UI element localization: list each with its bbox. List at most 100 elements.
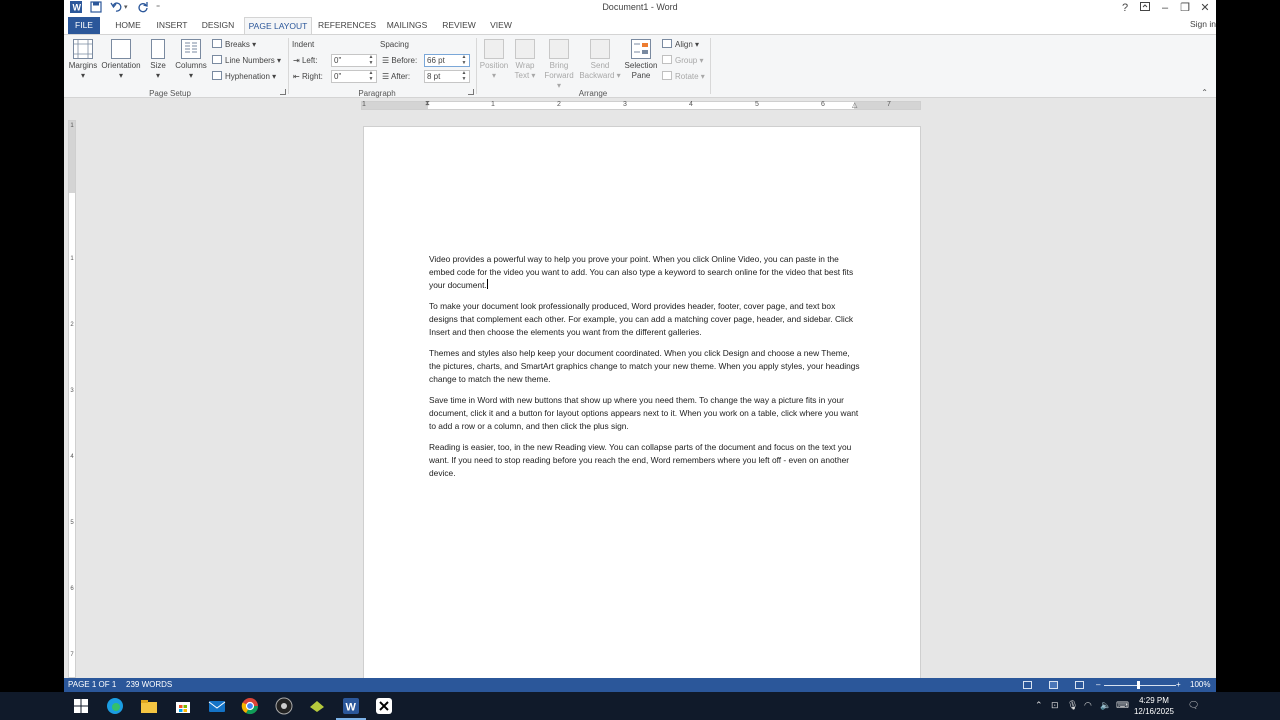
zoom-slider-thumb[interactable] [1137,681,1140,689]
tab-mailings[interactable]: MAILINGS [382,17,432,34]
breaks-icon [212,39,222,48]
zoom-slider[interactable] [1104,685,1176,686]
zoom-level[interactable]: 100% [1190,678,1210,692]
spinner-arrows-icon[interactable]: ▲ ▼ [460,54,468,66]
right-indent-marker-icon[interactable]: △ [852,101,857,109]
document-page[interactable]: Video provides a powerful way to help yo… [363,126,921,686]
file-explorer-icon[interactable] [140,697,158,715]
tray-chevron-icon[interactable]: ⌃ [1035,700,1043,711]
ruler-top-margin [69,121,75,193]
notifications-icon[interactable]: 🗨 [1188,700,1199,711]
word-count[interactable]: 239 WORDS [126,678,172,692]
app-green-icon[interactable] [308,697,326,715]
spinner-arrows-icon[interactable]: ▲ ▼ [367,70,375,82]
bring-forward-button[interactable]: Bring Forward ▾ [542,39,576,91]
vertical-ruler[interactable]: 1 1 2 3 4 5 6 7 [68,120,76,678]
rotate-button[interactable]: Rotate ▾ [662,71,705,83]
volume-icon[interactable]: 🔈 [1100,700,1111,711]
indent-left-input[interactable]: 0" ▲ ▼ [331,54,377,67]
hyphenation-button[interactable]: Hyphenation ▾ [212,71,276,83]
word-taskbar-icon[interactable]: W [336,697,366,720]
tab-file[interactable]: FILE [68,17,100,34]
web-layout-icon[interactable] [1075,681,1084,689]
orientation-button[interactable]: Orientation ▾ [100,39,142,81]
spacing-label: Spacing [380,40,409,49]
page-setup-dialog-launcher[interactable] [280,89,286,95]
sign-in-link[interactable]: Sign in [1190,19,1216,29]
obs-recorder-icon[interactable] [275,697,293,715]
line-numbers-button[interactable]: Line Numbers ▾ [212,55,281,67]
spacing-after-input[interactable]: 8 pt ▲ ▼ [424,70,470,83]
wifi-icon[interactable]: ◠ [1084,700,1092,711]
align-button[interactable]: Align ▾ [662,39,699,51]
spinner-arrows-icon[interactable]: ▲ ▼ [460,70,468,82]
zoom-in-icon[interactable]: + [1176,678,1181,692]
paragraph[interactable]: To make your document look professionall… [429,300,861,339]
taskbar: W ⌃ ⊡ 🎙 ◠ 🔈 ⌨ 4:29 PM 12/16/2025 🗨 [0,692,1280,720]
group-button[interactable]: Group ▾ [662,55,703,67]
restore-icon[interactable]: ❐ [1176,1,1194,15]
wrap-text-button[interactable]: Wrap Text ▾ [512,39,538,81]
columns-button[interactable]: Columns ▾ [174,39,208,81]
send-backward-button[interactable]: Send Backward ▾ [578,39,622,81]
network-drive-icon[interactable]: ⊡ [1051,700,1059,711]
ribbon-display-options-icon[interactable] [1136,1,1154,15]
tab-design[interactable]: DESIGN [198,17,238,34]
svg-text:W: W [346,702,357,714]
indent-label: Indent [292,40,315,49]
document-canvas[interactable]: 1 1 2 3 4 5 6 7 ⧗ △ 1 1 2 3 4 5 6 7 Vide… [64,98,1216,686]
document-body[interactable]: Video provides a powerful way to help yo… [429,253,861,488]
paragraph[interactable]: Save time in Word with new buttons that … [429,394,861,433]
chrome-icon[interactable] [241,697,259,715]
print-layout-icon[interactable] [1049,681,1058,689]
indent-left-icon: ⇥ [293,56,302,65]
selection-pane-icon [631,39,651,59]
position-icon [484,39,504,59]
status-bar: PAGE 1 OF 1 239 WORDS – + 100% [64,678,1216,692]
tab-home[interactable]: HOME [108,17,148,34]
edge-browser-icon[interactable] [106,697,124,715]
spinner-arrows-icon[interactable]: ▲ ▼ [367,54,375,66]
paragraph[interactable]: Video provides a powerful way to help yo… [429,253,861,292]
group-separator [288,38,289,94]
breaks-button[interactable]: Breaks ▾ [212,39,256,51]
language-icon[interactable]: ⌨ [1116,700,1129,711]
group-separator [710,38,711,94]
read-mode-icon[interactable] [1023,681,1032,689]
spacing-after-icon: ☰ [382,72,391,81]
position-button[interactable]: Position ▾ [478,39,510,81]
zoom-out-icon[interactable]: – [1096,678,1100,692]
tab-review[interactable]: REVIEW [438,17,480,34]
selection-pane-button[interactable]: Selection Pane [622,39,660,81]
help-icon[interactable]: ? [1116,1,1134,15]
paragraph-group-label: Paragraph [358,89,396,98]
page-count[interactable]: PAGE 1 OF 1 [68,678,116,692]
capcut-icon[interactable] [375,697,393,715]
line-numbers-icon [212,55,222,64]
collapse-ribbon-icon[interactable]: ⌃ [1201,88,1208,97]
size-icon [151,39,165,59]
wrap-text-icon [515,39,535,59]
clock[interactable]: 4:29 PM 12/16/2025 [1132,695,1176,717]
tab-insert[interactable]: INSERT [152,17,192,34]
spacing-before-input[interactable]: 66 pt ▲ ▼ [424,54,470,67]
tab-view[interactable]: VIEW [484,17,518,34]
close-icon[interactable]: ✕ [1196,1,1214,15]
windows-start-icon[interactable] [72,697,90,715]
indent-right-icon: ⇤ [293,72,302,81]
indent-marker-icon[interactable]: ⧗ [425,100,430,108]
paragraph[interactable]: Reading is easier, too, in the new Readi… [429,441,861,480]
minimize-icon[interactable]: – [1156,1,1174,15]
indent-right-input[interactable]: 0" ▲ ▼ [331,70,377,83]
tab-references[interactable]: REFERENCES [316,17,378,34]
mail-icon[interactable] [208,697,226,715]
store-icon[interactable] [174,697,192,715]
size-button[interactable]: Size ▾ [146,39,170,81]
paragraph[interactable]: Themes and styles also help keep your do… [429,347,861,386]
horizontal-ruler[interactable]: 1 1 2 3 4 5 6 7 ⧗ △ [361,100,921,110]
paragraph-dialog-launcher[interactable] [468,89,474,95]
microphone-icon[interactable]: 🎙 [1067,700,1078,711]
send-backward-icon [590,39,610,59]
margins-button[interactable]: Margins ▾ [68,39,98,81]
tab-page-layout[interactable]: PAGE LAYOUT [244,17,312,35]
